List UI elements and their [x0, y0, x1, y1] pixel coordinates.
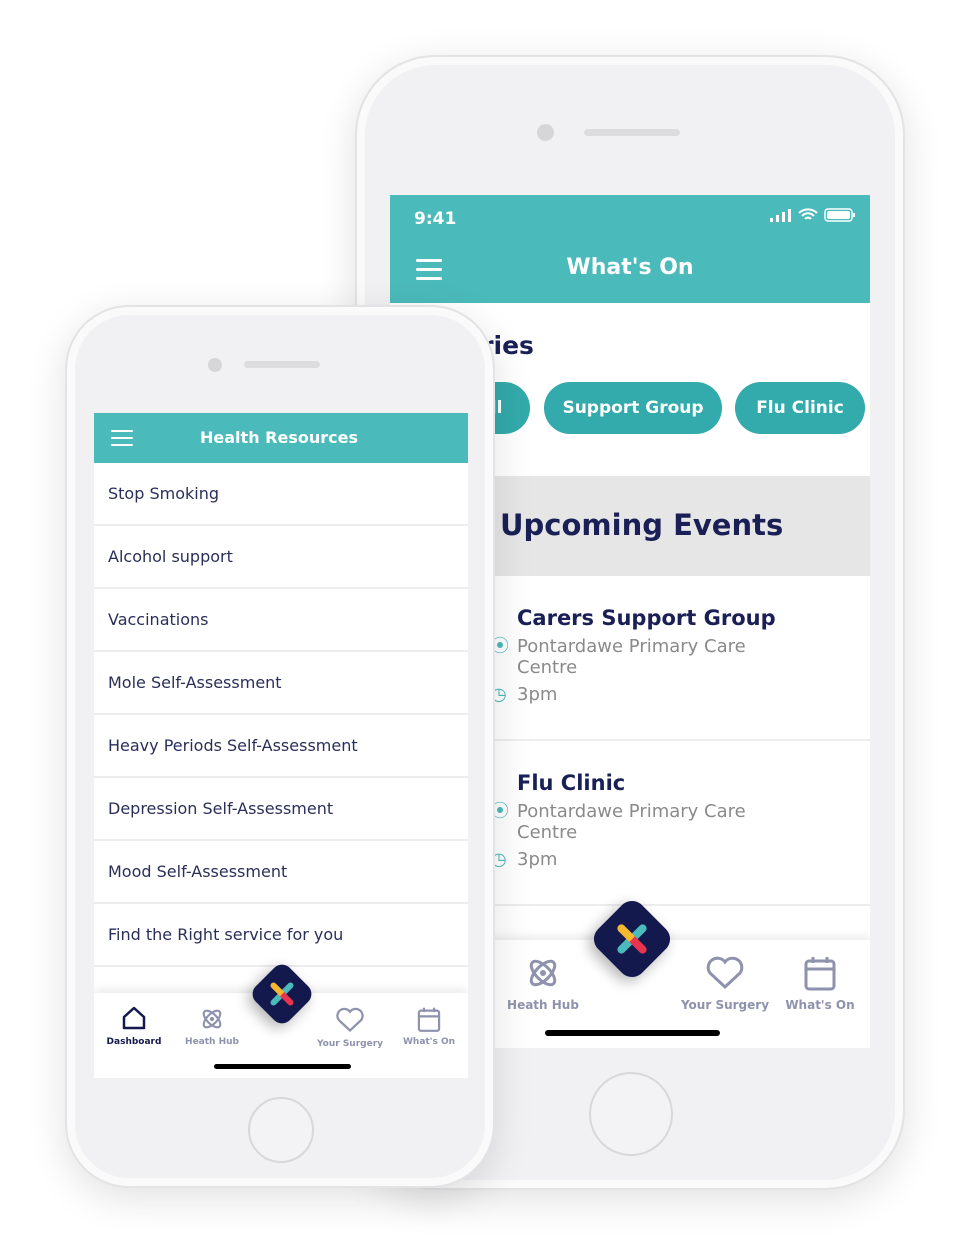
nav-label: Dashboard — [106, 1037, 162, 1047]
nav-label: Heath Hub — [185, 1037, 239, 1047]
nav-whats-on[interactable]: What's On — [780, 956, 860, 1012]
list-item[interactable]: Mole Self-Assessment — [94, 652, 468, 715]
resource-list: Stop Smoking Alcohol support Vaccination… — [94, 463, 468, 967]
list-item[interactable]: Heavy Periods Self-Assessment — [94, 715, 468, 778]
nav-heath-hub[interactable]: Heath Hub — [500, 956, 586, 1012]
event-time: 3pm — [517, 684, 558, 705]
status-time: 9:41 — [414, 209, 457, 229]
nav-label: Your Surgery — [680, 998, 770, 1012]
nav-label: Heath Hub — [507, 998, 579, 1012]
event-title: Carers Support Group — [517, 606, 776, 630]
atom-icon — [529, 959, 557, 987]
home-indicator — [545, 1030, 720, 1036]
camera — [208, 358, 222, 372]
list-item[interactable]: Alcohol support — [94, 526, 468, 589]
event-title: Flu Clinic — [517, 771, 626, 795]
home-indicator — [214, 1064, 351, 1069]
calendar-icon — [417, 1007, 441, 1032]
wifi-icon — [798, 208, 818, 220]
nav-label: What's On — [785, 998, 855, 1012]
chip-support-group[interactable]: Support Group — [544, 382, 722, 434]
event-location: Pontardawe Primary Care Centre — [517, 636, 746, 678]
home-icon — [122, 1006, 146, 1030]
status-icons — [770, 208, 856, 222]
heart-icon — [706, 956, 744, 990]
atom-icon — [202, 1009, 222, 1029]
app-header: 9:41 What's On — [390, 195, 870, 303]
nav-label: Your Surgery — [316, 1039, 384, 1049]
calendar-icon — [804, 957, 836, 991]
nav-heath-hub[interactable]: Heath Hub — [182, 1007, 242, 1047]
speaker — [244, 361, 320, 368]
home-button[interactable] — [248, 1097, 314, 1163]
battery-icon — [824, 208, 855, 222]
speaker — [584, 129, 680, 136]
signal-icon — [770, 209, 791, 222]
nav-whats-on[interactable]: What's On — [399, 1007, 459, 1047]
camera — [537, 124, 554, 141]
chip-flu-clinic[interactable]: Flu Clinic — [735, 382, 865, 434]
home-button[interactable] — [589, 1072, 673, 1156]
app-header: Health Resources — [94, 413, 468, 463]
list-item[interactable]: Depression Self-Assessment — [94, 778, 468, 841]
nav-your-surgery[interactable]: Your Surgery — [314, 1007, 386, 1049]
event-time: 3pm — [517, 849, 558, 870]
page-title: What's On — [566, 255, 694, 280]
nav-your-surgery[interactable]: Your Surgery — [675, 956, 775, 1012]
upcoming-events-heading: Upcoming Events — [500, 508, 784, 542]
page-title: Health Resources — [200, 428, 358, 447]
list-item[interactable]: Vaccinations — [94, 589, 468, 652]
nav-label: What's On — [402, 1037, 455, 1047]
event-location: Pontardawe Primary Care Centre — [517, 801, 746, 843]
nav-dashboard[interactable]: Dashboard — [104, 1005, 164, 1047]
list-item[interactable]: Find the Right service for you — [94, 904, 468, 967]
heart-icon — [336, 1007, 364, 1033]
list-item[interactable]: Mood Self-Assessment — [94, 841, 468, 904]
list-item[interactable]: Stop Smoking — [94, 463, 468, 526]
